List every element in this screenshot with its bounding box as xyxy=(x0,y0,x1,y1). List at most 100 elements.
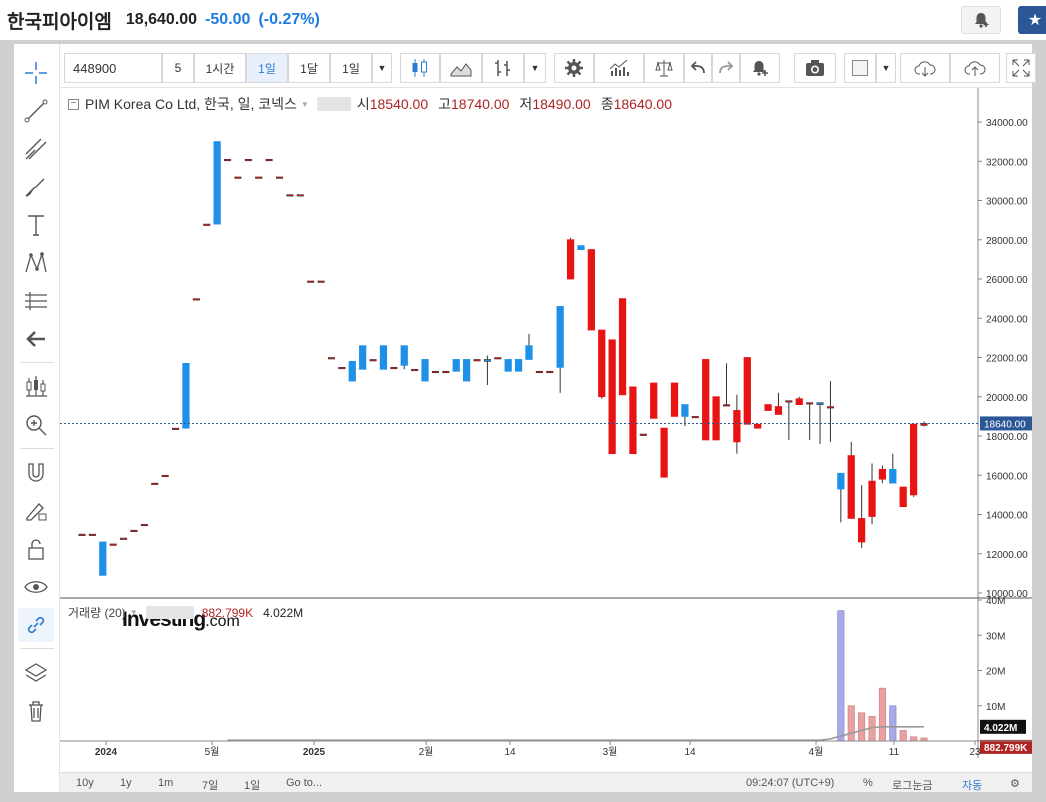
price-tick-label: 16000.00 xyxy=(986,471,1028,482)
trend-line-tool[interactable] xyxy=(18,94,54,128)
layers-tool[interactable] xyxy=(18,656,54,690)
candle xyxy=(203,223,211,226)
volume-value: 882.799K xyxy=(201,605,254,620)
interval-1mo-button[interactable]: 1달 xyxy=(288,53,330,83)
save-chart-button[interactable] xyxy=(950,53,1000,83)
trend-line-icon xyxy=(24,99,48,123)
eye-settings-icon[interactable] xyxy=(316,97,351,111)
color-dropdown[interactable]: ▼ xyxy=(876,53,896,83)
bell-plus-icon xyxy=(975,13,989,28)
range-1y-button[interactable]: 1y xyxy=(120,777,132,789)
snapshot-button[interactable] xyxy=(794,53,836,83)
scale-icon xyxy=(655,60,673,77)
range-10y-button[interactable]: 10y xyxy=(76,777,94,789)
measure-tool[interactable] xyxy=(18,284,54,318)
redo-button[interactable] xyxy=(712,53,740,83)
ohlc-bar-icon xyxy=(495,60,510,76)
caret-down-icon: ▼ xyxy=(530,63,540,73)
candle-type-button[interactable] xyxy=(400,53,440,83)
settings-button[interactable] xyxy=(554,53,594,83)
candle-body xyxy=(837,472,845,490)
legend-caret-icon[interactable]: ▼ xyxy=(301,100,309,109)
undo-button[interactable] xyxy=(684,53,712,83)
candle-body xyxy=(504,359,512,372)
candle xyxy=(639,433,647,436)
candle xyxy=(587,249,595,331)
percent-toggle[interactable]: % xyxy=(863,777,873,789)
candle-body xyxy=(265,158,273,162)
candle-body xyxy=(224,158,232,162)
candle-body xyxy=(535,370,543,374)
candle xyxy=(473,359,481,362)
range-7d-button[interactable]: 7일 xyxy=(202,777,218,793)
candle-body xyxy=(878,468,887,480)
color-button[interactable] xyxy=(844,53,876,83)
back-arrow-tool[interactable] xyxy=(18,322,54,356)
delete-tool[interactable] xyxy=(18,694,54,728)
interval-select[interactable]: 1일 xyxy=(330,53,372,83)
symbol-input[interactable]: 448900 xyxy=(64,53,162,83)
gear-icon[interactable]: ⚙ xyxy=(1010,777,1020,790)
visibility-tool[interactable] xyxy=(18,570,54,604)
chart-alert-button[interactable] xyxy=(740,53,780,83)
magnet-tool[interactable] xyxy=(18,456,54,490)
auto-scale-toggle[interactable]: 자동 xyxy=(962,777,982,793)
interval-1h-button[interactable]: 1시간 xyxy=(194,53,246,83)
volume-settings-icon[interactable] xyxy=(145,606,194,619)
candle xyxy=(120,537,128,540)
unlock-tool[interactable] xyxy=(18,532,54,566)
candle-body xyxy=(795,398,803,405)
candle-body xyxy=(868,480,876,517)
indicators-button[interactable] xyxy=(594,53,644,83)
indicators-tool[interactable] xyxy=(18,370,54,404)
candle xyxy=(629,386,637,455)
legend-close: 18640.00 xyxy=(613,96,673,112)
link-tool[interactable] xyxy=(18,608,54,642)
candle xyxy=(400,345,408,370)
pattern-tool[interactable] xyxy=(18,246,54,280)
star-icon: ★ xyxy=(1027,12,1043,29)
candle-body xyxy=(359,345,367,370)
compare-button[interactable] xyxy=(644,53,684,83)
caret-down-icon: ▼ xyxy=(881,63,891,73)
candle-body xyxy=(629,386,637,455)
bar-type-button[interactable] xyxy=(482,53,524,83)
candle-body xyxy=(369,359,377,362)
text-tool[interactable] xyxy=(18,208,54,242)
load-chart-button[interactable] xyxy=(900,53,950,83)
candle xyxy=(327,357,336,360)
brush-tool[interactable] xyxy=(18,170,54,204)
candle xyxy=(224,158,232,162)
candle-body xyxy=(556,306,564,368)
collapse-icon[interactable]: − xyxy=(68,98,79,110)
line-type-button[interactable] xyxy=(440,53,482,83)
range-1d-button[interactable]: 1일 xyxy=(244,777,260,793)
interval-dropdown[interactable]: ▼ xyxy=(372,53,392,83)
watchlist-star-button[interactable]: ★ xyxy=(1018,6,1046,34)
zoom-tool[interactable] xyxy=(18,408,54,442)
lock-draw-tool[interactable] xyxy=(18,494,54,528)
range-1m-button[interactable]: 1m xyxy=(158,777,173,789)
legend-caret-icon[interactable]: ▼ xyxy=(130,608,138,617)
fib-tool[interactable] xyxy=(18,132,54,166)
candle xyxy=(182,362,190,429)
candle-body xyxy=(462,359,471,382)
candle xyxy=(78,533,86,536)
chart-area[interactable]: 34000.00 32000.00 30000.00 28000.00 26000.00… xyxy=(60,88,1034,792)
goto-button[interactable]: Go to... xyxy=(286,777,322,789)
fullscreen-button[interactable] xyxy=(1006,53,1036,83)
legend-high: 18740.00 xyxy=(451,96,510,112)
candle xyxy=(411,368,419,372)
price-chart[interactable]: 34000.00 32000.00 30000.00 28000.00 26000.00… xyxy=(60,88,1034,772)
log-scale-toggle[interactable]: 로그눈금 xyxy=(892,777,932,793)
link-icon xyxy=(27,616,45,634)
candle-body xyxy=(109,543,117,546)
interval-1d-button[interactable]: 1일 xyxy=(246,53,288,83)
volume-tick-label: 30M xyxy=(986,631,1005,642)
interval-5-button[interactable]: 5 xyxy=(162,53,194,83)
candle xyxy=(244,158,252,162)
crosshair-tool[interactable] xyxy=(18,56,54,90)
add-alert-button[interactable] xyxy=(961,6,1001,34)
chart-type-dropdown[interactable]: ▼ xyxy=(524,53,546,83)
candle-body xyxy=(140,524,148,527)
